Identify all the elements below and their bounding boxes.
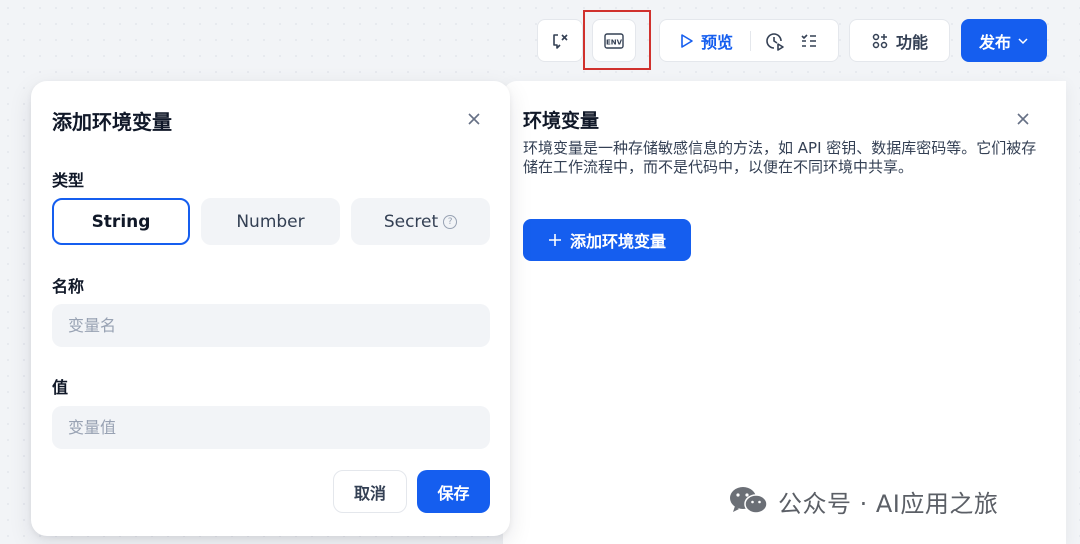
features-icon	[872, 33, 888, 48]
type-secret-option[interactable]: Secret ?	[351, 198, 490, 245]
add-env-variable-label: 添加环境变量	[569, 232, 666, 251]
publish-label: 发布	[978, 32, 1011, 52]
panel-description: 环境变量是一种存储敏感信息的方法，如 API 密钥、数据库密码等。它们被存储在工…	[523, 139, 1037, 176]
close-icon	[468, 113, 480, 125]
variable-value-input[interactable]	[52, 406, 490, 449]
type-number-option[interactable]: Number	[201, 198, 340, 245]
chat-variables-button[interactable]	[537, 19, 583, 62]
features-label: 功能	[895, 32, 928, 52]
chevron-down-icon	[1018, 37, 1028, 44]
preview-label: 预览	[701, 32, 734, 52]
cancel-button[interactable]: 取消	[333, 470, 407, 513]
dialog-title: 添加环境变量	[52, 110, 172, 134]
chat-variable-icon	[553, 33, 568, 49]
type-number-label: Number	[236, 211, 305, 232]
preview-button[interactable]: 预览	[660, 29, 733, 53]
plus-icon	[548, 234, 561, 246]
type-label: 类型	[52, 171, 85, 190]
wechat-watermark: 公众号 · AI应用之旅	[728, 484, 998, 518]
publish-button[interactable]: 发布	[961, 19, 1047, 62]
checklist-icon	[801, 33, 817, 47]
watermark-text: 公众号 · AI应用之旅	[778, 489, 999, 518]
help-icon[interactable]: ?	[443, 214, 458, 229]
panel-title: 环境变量	[523, 110, 600, 132]
cancel-label: 取消	[353, 483, 386, 503]
run-history-button[interactable]	[763, 30, 785, 52]
wechat-icon	[730, 487, 768, 514]
run-history-icon	[766, 32, 784, 51]
save-label: 保存	[437, 483, 470, 503]
panel-close-button[interactable]	[1012, 108, 1034, 130]
type-string-option[interactable]: String	[52, 198, 190, 245]
type-string-label: String	[91, 211, 151, 232]
dialog-close-button[interactable]	[463, 108, 485, 130]
env-button-highlight-box	[583, 10, 651, 70]
save-button[interactable]: 保存	[417, 470, 490, 513]
features-button[interactable]: 功能	[849, 19, 950, 62]
add-env-variable-dialog: 添加环境变量 类型 String Number Secret ? 名称 值 取消…	[31, 81, 510, 536]
name-label: 名称	[52, 277, 85, 296]
close-icon	[1017, 113, 1029, 125]
checklist-button[interactable]	[799, 31, 819, 51]
value-label: 值	[52, 378, 69, 397]
toolbar-divider	[750, 30, 752, 51]
add-env-variable-button[interactable]: 添加环境变量	[523, 219, 691, 261]
preview-toolbar-group: 预览	[659, 19, 839, 62]
env-variables-panel: 环境变量 环境变量是一种存储敏感信息的方法，如 API 密钥、数据库密码等。它们…	[503, 81, 1066, 544]
variable-name-input[interactable]	[52, 304, 490, 347]
play-icon	[681, 33, 693, 48]
type-secret-label: Secret	[383, 211, 439, 232]
